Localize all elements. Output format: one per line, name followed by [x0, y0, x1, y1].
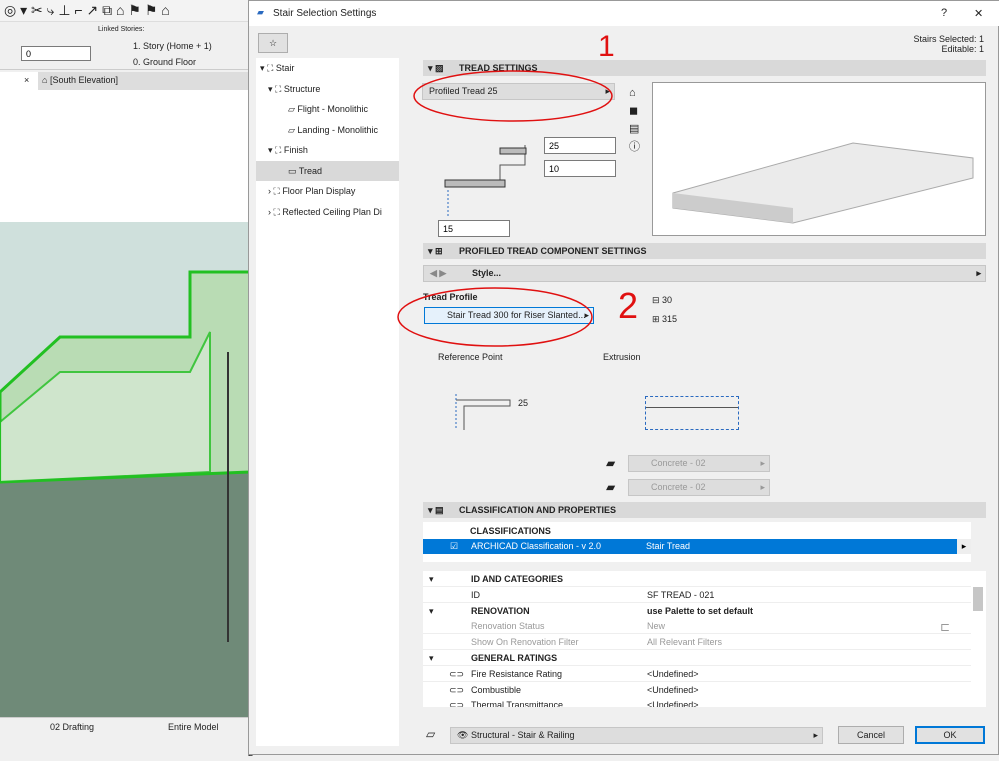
classification-row[interactable]: ☑ ARCHICAD Classification - v 2.0 Stair …: [423, 539, 971, 554]
property-row[interactable]: ▾ GENERAL RATINGS: [423, 650, 971, 666]
bottom-bar: 02 Drafting Entire Model 2: [0, 717, 253, 761]
toolbar-icons[interactable]: ◎ ▾ ✂ ⤷ ⊥ ⌐ ↗ ⧉ ⌂ ⚑ ⚑ ⌂: [4, 2, 170, 19]
property-row[interactable]: ID SF TREAD - 021: [423, 586, 971, 603]
blank-area: [0, 90, 250, 222]
tree-item-finish[interactable]: ▾ ⛶ Finish: [256, 140, 399, 161]
row-icon: ⊂⊃: [449, 684, 465, 695]
property-name: Show On Renovation Filter: [471, 637, 579, 648]
dialog-title: Stair Selection Settings: [273, 8, 377, 19]
property-name: Fire Resistance Rating: [471, 668, 563, 679]
row-icon: ▾: [429, 605, 434, 616]
row-icon: ⊂⊃: [449, 700, 465, 707]
linked-stories-label: Linked Stories:: [98, 26, 145, 33]
offset-input[interactable]: [438, 220, 510, 237]
property-row[interactable]: ▾ RENOVATION use Palette to set default: [423, 602, 971, 619]
renovation-icon: ⊏: [940, 620, 951, 634]
classification-table: CLASSIFICATIONS ☑ ARCHICAD Classificatio…: [423, 522, 971, 562]
stair-icon: ▰: [257, 7, 264, 17]
surface-icon-2: ▰: [606, 480, 616, 494]
tread-diagram: [444, 145, 527, 218]
property-row[interactable]: ⊂⊃ Thermal Transmittance <Undefined>: [423, 697, 971, 707]
property-value: SF TREAD - 021: [647, 589, 715, 600]
tree-item-landing[interactable]: ▱ Landing - Monolithic: [256, 120, 399, 141]
view-mode-icons[interactable]: ⌂ ◼ ▤ ⓘ: [629, 84, 640, 156]
profile-dim-1: ⊟ 30: [652, 295, 673, 305]
tree-item-tread[interactable]: ▭ Tread: [256, 160, 399, 181]
tree-item-structure[interactable]: ▾ ⛶ Structure: [256, 79, 399, 100]
property-row[interactable]: Show On Renovation Filter All Relevant Fi…: [423, 634, 971, 651]
row-icon: ⊂⊃: [449, 668, 465, 679]
profiled-tread-header[interactable]: ▾ ⊞ PROFILED TREAD COMPONENT SETTINGS: [423, 243, 986, 259]
reference-dim: 25: [518, 398, 529, 408]
model-combo[interactable]: Entire Model: [168, 722, 219, 732]
extrusion-label: Extrusion: [603, 352, 641, 362]
property-value: <Undefined>: [647, 668, 699, 679]
layer-dropdown[interactable]: 👁 Structural - Stair & Railing ▸: [450, 727, 823, 744]
material-dropdown-2[interactable]: Concrete - 02 ▸: [628, 479, 770, 496]
tread-type-dropdown[interactable]: Profiled Tread 25 ▸: [422, 83, 615, 100]
property-name: RENOVATION: [471, 605, 530, 616]
tread-preview: [652, 82, 986, 236]
style-dropdown[interactable]: ◀ ▶ Style... ▸: [423, 265, 986, 282]
property-row[interactable]: ▾ ID AND CATEGORIES: [423, 571, 971, 587]
row-icon: ▾: [429, 574, 434, 584]
title-bar: ▰ Stair Selection Settings ? ✕: [249, 1, 999, 26]
thickness-input[interactable]: [544, 137, 616, 154]
property-name: Combustible: [471, 684, 522, 695]
story-ground[interactable]: 0. Ground Floor: [133, 57, 196, 67]
classification-header[interactable]: ▾ ▤ CLASSIFICATION AND PROPERTIES: [423, 502, 986, 518]
editable-count: Editable: 1: [941, 44, 984, 54]
tread-profile-dropdown[interactable]: Stair Tread 300 for Riser Slanted... ▸: [424, 307, 594, 324]
tree-item-rcp[interactable]: › ⛶ Reflected Ceiling Plan Di: [256, 202, 399, 223]
main-toolbar: ◎ ▾ ✂ ⤷ ⊥ ⌐ ↗ ⧉ ⌂ ⚑ ⚑ ⌂: [0, 0, 250, 22]
tab-bar: × ⌂ [South Elevation]: [0, 72, 250, 90]
row-icon: ▾: [429, 653, 434, 663]
layer-combo[interactable]: 02 Drafting: [50, 722, 94, 732]
layer-icon: ▱: [426, 727, 436, 741]
elevation-input[interactable]: [21, 46, 91, 61]
property-value: <Undefined>: [647, 684, 699, 695]
help-button[interactable]: ?: [941, 7, 947, 19]
property-name: GENERAL RATINGS: [471, 653, 558, 663]
property-row[interactable]: ⊂⊃ Combustible <Undefined>: [423, 681, 971, 698]
property-name: ID: [471, 589, 480, 600]
tree-item-flight[interactable]: ▱ Flight - Monolithic: [256, 99, 399, 120]
tree-item-floor-plan[interactable]: › ⛶ Floor Plan Display: [256, 181, 399, 202]
settings-tree: ▾ ⛶ Stair ▾ ⛶ Structure ▱ Flight - Monol…: [256, 58, 399, 746]
classifications-label: CLASSIFICATIONS: [470, 526, 551, 536]
properties-table: ▾ ID AND CATEGORIES ID SF TREAD - 021 ▾ RENOV…: [423, 571, 986, 707]
property-name: Renovation Status: [471, 621, 545, 632]
close-button[interactable]: ✕: [974, 7, 983, 20]
property-row[interactable]: ⊂⊃ Fire Resistance Rating <Undefined>: [423, 665, 971, 682]
ok-button[interactable]: OK: [915, 726, 985, 744]
property-name: Thermal Transmittance: [471, 700, 564, 707]
property-row[interactable]: Renovation Status New: [423, 618, 971, 635]
property-value: use Palette to set default: [647, 605, 754, 616]
material-dropdown-1[interactable]: Concrete - 02 ▸: [628, 455, 770, 472]
tab-south-elevation[interactable]: ⌂ [South Elevation]: [38, 72, 250, 90]
annotation-2: 2: [618, 285, 639, 326]
favorites-button[interactable]: ☆: [258, 33, 288, 53]
property-name: ID AND CATEGORIES: [471, 574, 564, 584]
checkbox[interactable]: ☑: [450, 539, 458, 554]
scrollbar[interactable]: [973, 587, 983, 611]
close-tab-icon[interactable]: ×: [24, 75, 29, 85]
info-box: Linked Stories: 1. Story (Home + 1) 0. G…: [0, 22, 250, 70]
tread-profile-label: Tread Profile: [423, 292, 478, 302]
property-value: All Relevant Filters: [647, 637, 723, 648]
profile-dim-2: ⊞ 315: [652, 314, 678, 324]
cancel-button[interactable]: Cancel: [838, 726, 904, 744]
stairs-selected: Stairs Selected: 1: [913, 34, 984, 44]
surface-icon-1: ▰: [606, 456, 616, 470]
reference-point-label: Reference Point: [438, 352, 503, 362]
annotation-1: 1: [598, 30, 615, 63]
nosing-input[interactable]: [544, 160, 616, 177]
tree-item-stair[interactable]: ▾ ⛶ Stair: [256, 58, 399, 79]
story-home[interactable]: 1. Story (Home + 1): [133, 41, 212, 51]
extrusion-diagram: [645, 396, 739, 430]
3d-view[interactable]: [0, 222, 252, 717]
property-value: New: [647, 621, 666, 632]
tread-settings-header[interactable]: ▾ ▨ TREAD SETTINGS: [423, 60, 986, 76]
property-value: <Undefined>: [647, 700, 699, 707]
